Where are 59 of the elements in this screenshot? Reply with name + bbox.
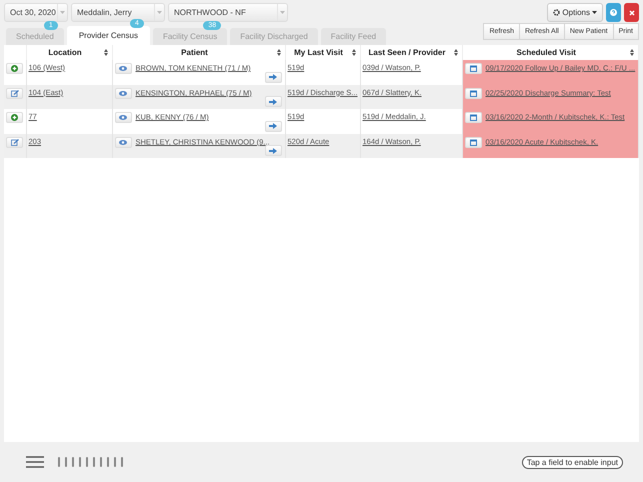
column-header[interactable]: Patient [181, 48, 208, 57]
menu-icon[interactable] [26, 456, 44, 468]
column-header[interactable]: My Last Visit [294, 48, 343, 57]
eye-icon [119, 90, 127, 96]
arrow-icon [269, 148, 277, 154]
calendar-button[interactable] [464, 88, 482, 98]
edit-button[interactable] [6, 88, 23, 98]
help-icon [610, 9, 617, 16]
sort-icon [352, 49, 356, 56]
add-button[interactable] [6, 63, 23, 74]
column-header[interactable]: Last Seen / Provider [368, 48, 446, 57]
open-button[interactable] [264, 145, 282, 156]
sort-icon [104, 49, 108, 56]
arrow-icon [269, 74, 277, 80]
options-button[interactable]: Options [547, 3, 603, 22]
column-header[interactable]: Scheduled Visit [516, 48, 576, 57]
caret-icon [60, 11, 65, 14]
calendar-icon [470, 65, 476, 72]
sort-icon [630, 49, 634, 56]
add-button[interactable] [6, 112, 23, 123]
column-header[interactable]: Location [48, 48, 82, 57]
calendar-button[interactable] [464, 112, 482, 123]
arrow-icon [269, 123, 277, 129]
pencil-icon [10, 90, 18, 96]
calendar-icon [470, 90, 476, 96]
edit-button[interactable] [6, 136, 23, 148]
view-button[interactable] [114, 63, 132, 74]
open-button[interactable] [264, 96, 282, 107]
dropdown-field[interactable]: Meddalin, Jerry [71, 3, 165, 22]
close-button[interactable] [624, 3, 639, 22]
view-button[interactable] [114, 136, 132, 148]
pencil-icon [10, 138, 18, 146]
grip-icon [58, 457, 123, 467]
dropdown-field[interactable]: NORTHWOOD - NF [168, 3, 288, 22]
eye-icon [119, 115, 127, 120]
eye-icon [119, 66, 127, 71]
sort-icon [454, 49, 458, 56]
gear-icon [553, 9, 560, 16]
close-icon [628, 10, 634, 16]
caret-icon [592, 11, 597, 14]
tab[interactable]: Provider Census [66, 26, 150, 45]
open-button[interactable] [264, 120, 282, 132]
view-button[interactable] [114, 88, 132, 98]
calendar-button[interactable] [464, 63, 482, 74]
dropdown-field[interactable]: Oct 30, 2020 [4, 3, 68, 22]
open-button[interactable] [264, 72, 282, 82]
calendar-button[interactable] [464, 136, 482, 148]
plus-icon [11, 65, 18, 72]
view-button[interactable] [114, 112, 132, 123]
input-hint: Tap a field to enable input [522, 456, 623, 468]
caret-icon [280, 11, 285, 14]
arrow-icon [269, 98, 277, 104]
caret-icon [157, 11, 162, 14]
eye-icon [119, 140, 127, 144]
calendar-icon [470, 114, 476, 121]
help-button[interactable] [606, 3, 621, 22]
calendar-icon [470, 138, 476, 146]
sort-icon [276, 49, 280, 56]
plus-icon [11, 114, 18, 121]
